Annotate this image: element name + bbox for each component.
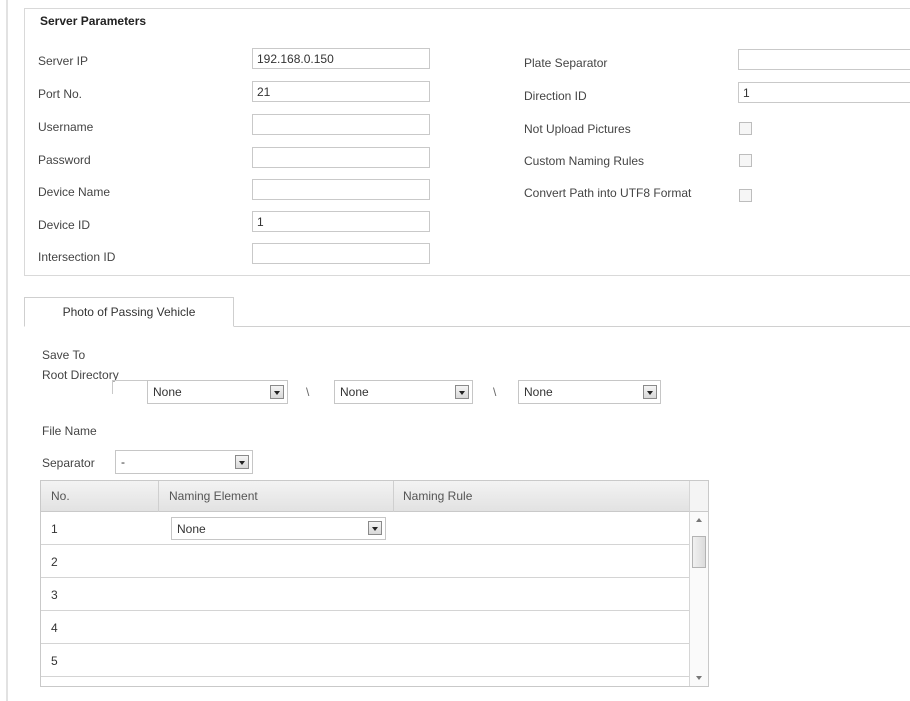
naming-element-select[interactable]: None [171,517,386,540]
convert-path-utf8-checkbox[interactable] [739,189,752,202]
root-directory-label: Root Directory [42,368,119,382]
left-divider [6,0,8,701]
port-no-field[interactable]: 21 [252,81,430,102]
column-header-naming-element: Naming Element [169,489,258,503]
directory-level-3-value: None [524,385,553,399]
not-upload-pictures-checkbox[interactable] [739,122,752,135]
device-name-label: Device Name [38,185,111,199]
direction-id-label: Direction ID [524,89,587,103]
separator-select[interactable]: - [115,450,253,474]
device-id-field[interactable]: 1 [252,211,430,232]
chevron-down-icon[interactable] [235,455,249,469]
separator-value: - [121,455,125,469]
directory-level-1-select[interactable]: None [147,380,288,404]
row-number: 2 [51,555,58,569]
convert-path-utf8-label: Convert Path into UTF8 Format [524,186,692,200]
directory-level-2-value: None [340,385,369,399]
custom-naming-rules-checkbox[interactable] [739,154,752,167]
row-number: 1 [51,522,58,536]
direction-id-field[interactable]: 1 [738,82,910,103]
intersection-id-label: Intersection ID [38,250,116,264]
row-number: 3 [51,588,58,602]
chevron-down-icon[interactable] [270,385,284,399]
file-name-label: File Name [42,424,97,438]
chevron-down-icon[interactable] [368,521,382,535]
table-header-corner [689,481,708,512]
password-field[interactable] [252,147,430,168]
scrollbar-thumb[interactable] [692,536,706,568]
path-separator-1: \ [306,385,310,399]
root-directory-connector [112,380,148,394]
device-id-label: Device ID [38,218,91,232]
tab-photo-of-passing-vehicle[interactable]: Photo of Passing Vehicle [24,297,234,327]
chevron-down-icon[interactable] [455,385,469,399]
row-number: 4 [51,621,58,635]
separator-label: Separator [42,456,95,470]
scroll-down-arrow-icon[interactable] [696,676,702,680]
server-parameters-title: Server Parameters [36,14,151,28]
column-divider [158,481,159,512]
scroll-up-arrow-icon[interactable] [696,518,702,522]
chevron-down-icon[interactable] [643,385,657,399]
username-label: Username [38,120,94,134]
password-label: Password [38,153,91,167]
table-row[interactable]: 4 [41,612,689,644]
table-scrollbar[interactable] [689,512,708,686]
port-no-label: Port No. [38,87,83,101]
save-to-label: Save To [42,348,86,362]
device-name-field[interactable] [252,179,430,200]
row-number: 5 [51,654,58,668]
column-divider [393,481,394,512]
table-row[interactable]: 2 [41,546,689,578]
custom-naming-rules-label: Custom Naming Rules [524,154,645,168]
table-row[interactable]: 5 [41,645,689,677]
directory-level-3-select[interactable]: None [518,380,661,404]
plate-separator-field[interactable] [738,49,910,70]
table-row[interactable]: 3 [41,579,689,611]
naming-rules-table: No. Naming Element Naming Rule 1 None 2 … [40,480,709,687]
table-header: No. Naming Element Naming Rule [41,481,689,512]
table-row[interactable]: 1 None [41,513,689,545]
column-header-no: No. [51,489,70,503]
column-header-naming-rule: Naming Rule [403,489,473,503]
directory-level-1-value: None [153,385,182,399]
server-ip-label: Server IP [38,54,89,68]
username-field[interactable] [252,114,430,135]
not-upload-pictures-label: Not Upload Pictures [524,122,631,136]
intersection-id-field[interactable] [252,243,430,264]
plate-separator-label: Plate Separator [524,56,608,70]
server-ip-field[interactable]: 192.168.0.150 [252,48,430,69]
naming-element-value: None [177,522,206,536]
directory-level-2-select[interactable]: None [334,380,473,404]
path-separator-2: \ [493,385,497,399]
